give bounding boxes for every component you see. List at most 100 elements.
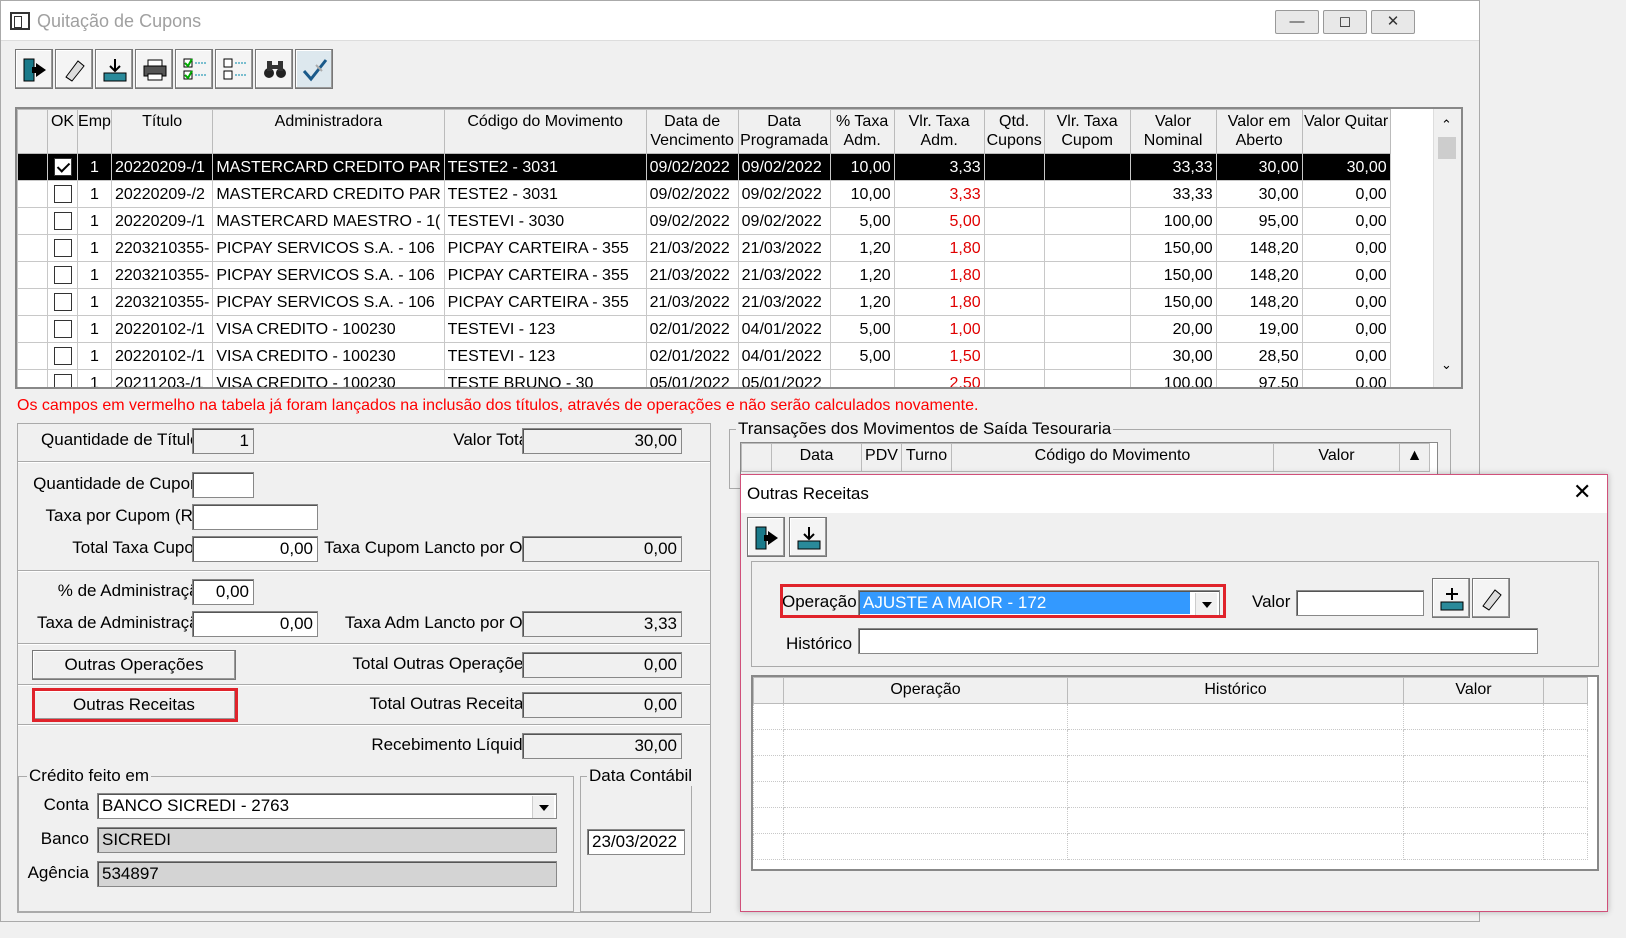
row-checkbox[interactable]	[53, 266, 72, 285]
conta-select[interactable]: BANCO SICREDI - 2763	[97, 793, 557, 819]
col-valor[interactable]: Valor	[1273, 443, 1400, 472]
cell-quitar[interactable]: 0,00	[1301, 234, 1391, 262]
cell-vlr-taxa[interactable]: 1,50	[893, 342, 985, 370]
empty-cell[interactable]	[1067, 729, 1404, 756]
row-checkbox[interactable]	[53, 158, 72, 177]
cell-vlr-taxa[interactable]: 1,80	[893, 288, 985, 316]
cell-adm[interactable]: MASTERCARD MAESTRO - 1(	[212, 207, 445, 235]
cell-quitar[interactable]: 0,00	[1301, 180, 1391, 208]
empty-cell[interactable]	[1403, 833, 1544, 860]
cell-titulo[interactable]: 20220102-/1	[110, 315, 214, 343]
cell-taxa[interactable]: 5,00	[829, 207, 895, 235]
cell-cod[interactable]: TESTE2 - 3031	[443, 153, 647, 181]
cell-adm[interactable]: VISA CREDITO - 100230	[212, 369, 445, 387]
cell-emp[interactable]: 1	[77, 234, 112, 262]
col-vlr-taxa-adm[interactable]: Vlr. Taxa Adm.	[893, 109, 985, 154]
cell-prog[interactable]: 05/01/2022	[737, 369, 831, 387]
cell-adm[interactable]: MASTERCARD CREDITO PAR	[212, 153, 445, 181]
cell-cod[interactable]: TESTE BRUNO - 30	[443, 369, 647, 387]
empty-row[interactable]	[753, 729, 1588, 756]
cell-adm[interactable]: MASTERCARD CREDITO PAR	[212, 180, 445, 208]
empty-cell[interactable]	[1403, 729, 1544, 756]
cell-ok[interactable]	[47, 180, 78, 208]
cell-titulo[interactable]: 2203210355-	[110, 234, 214, 262]
cell-cod[interactable]: TESTE2 - 3031	[443, 180, 647, 208]
col-vlr-taxa-cupom[interactable]: Vlr. Taxa Cupom	[1043, 109, 1131, 154]
cell-adm[interactable]: VISA CREDITO - 100230	[212, 315, 445, 343]
taxa-adm-input[interactable]: 0,00	[192, 611, 318, 637]
table-row[interactable]: 1 20220102-/1 VISA CREDITO - 100230 TESTEVI…	[17, 315, 1391, 343]
cell-aberto[interactable]: 28,50	[1215, 342, 1303, 370]
empty-cell[interactable]	[1403, 755, 1544, 782]
cell-aberto[interactable]: 19,00	[1215, 315, 1303, 343]
cell-venc[interactable]: 05/01/2022	[645, 369, 739, 387]
cell-titulo[interactable]: 20220102-/1	[110, 342, 214, 370]
cell-vlr-taxa[interactable]: 1,80	[893, 234, 985, 262]
cell-prog[interactable]: 21/03/2022	[737, 234, 831, 262]
cell-taxa[interactable]: 10,00	[829, 180, 895, 208]
empty-cell[interactable]	[1543, 703, 1588, 730]
scroll-thumb[interactable]	[1438, 137, 1456, 159]
chevron-down-icon[interactable]	[532, 796, 554, 818]
cell-adm[interactable]: VISA CREDITO - 100230	[212, 342, 445, 370]
cell-vlr-cupom[interactable]	[1043, 369, 1131, 387]
cell-titulo[interactable]: 20220209-/2	[110, 180, 214, 208]
cell-emp[interactable]: 1	[77, 288, 112, 316]
cell-qtd[interactable]	[983, 207, 1045, 235]
cell-vlr-taxa[interactable]: 1,80	[893, 261, 985, 289]
empty-cell[interactable]	[783, 703, 1068, 730]
col-data[interactable]: Data	[771, 443, 862, 472]
empty-cell[interactable]	[1067, 703, 1404, 730]
cell-vlr-cupom[interactable]	[1043, 153, 1131, 181]
cell-qtd[interactable]	[983, 234, 1045, 262]
empty-cell[interactable]	[1403, 703, 1544, 730]
col-codigo-movimento[interactable]: Código do Movimento	[443, 109, 647, 154]
cell-nominal[interactable]: 20,00	[1129, 315, 1217, 343]
cell-vlr-cupom[interactable]	[1043, 261, 1131, 289]
minimize-button[interactable]: —	[1275, 10, 1319, 34]
empty-cell[interactable]	[1543, 833, 1588, 860]
cell-venc[interactable]: 21/03/2022	[645, 261, 739, 289]
cell-vlr-cupom[interactable]	[1043, 315, 1131, 343]
cell-emp[interactable]: 1	[77, 261, 112, 289]
cell-qtd[interactable]	[983, 261, 1045, 289]
cell-venc[interactable]: 21/03/2022	[645, 288, 739, 316]
cell-qtd[interactable]	[983, 342, 1045, 370]
deselect-all-button[interactable]	[215, 49, 253, 89]
cell-ok[interactable]	[47, 207, 78, 235]
cell-cod[interactable]: TESTEVI - 123	[443, 342, 647, 370]
cell-nominal[interactable]: 150,00	[1129, 288, 1217, 316]
empty-cell[interactable]	[783, 807, 1068, 834]
cell-vlr-cupom[interactable]	[1043, 180, 1131, 208]
maximize-button[interactable]: ◻	[1323, 10, 1367, 34]
cell-vlr-taxa[interactable]: 3,33	[893, 180, 985, 208]
cell-quitar[interactable]: 0,00	[1301, 315, 1391, 343]
cell-venc[interactable]: 02/01/2022	[645, 342, 739, 370]
cell-ok[interactable]	[47, 153, 78, 181]
valor-input[interactable]	[1296, 590, 1424, 616]
cell-titulo[interactable]: 2203210355-	[110, 288, 214, 316]
cell-emp[interactable]: 1	[77, 153, 112, 181]
cell-taxa[interactable]: 5,00	[829, 315, 895, 343]
search-button[interactable]	[255, 49, 293, 89]
col-operacao[interactable]: Operação	[783, 677, 1068, 704]
cell-qtd[interactable]	[983, 369, 1045, 387]
cell-qtd[interactable]	[983, 288, 1045, 316]
cell-aberto[interactable]: 30,00	[1215, 180, 1303, 208]
print-button[interactable]	[135, 49, 173, 89]
cell-prog[interactable]: 21/03/2022	[737, 288, 831, 316]
col-pdv[interactable]: PDV	[861, 443, 902, 472]
cell-aberto[interactable]: 148,20	[1215, 234, 1303, 262]
empty-row[interactable]	[753, 833, 1588, 860]
cell-ok[interactable]	[47, 234, 78, 262]
cell-cod[interactable]: TESTEVI - 123	[443, 315, 647, 343]
cell-ok[interactable]	[47, 315, 78, 343]
col-data-programada[interactable]: Data Programada	[737, 109, 831, 154]
cell-nominal[interactable]: 30,00	[1129, 342, 1217, 370]
table-row[interactable]: 1 20220209-/2 MASTERCARD CREDITO PAR TESTE2…	[17, 180, 1391, 208]
cell-ok[interactable]	[47, 261, 78, 289]
col-titulo[interactable]: Título	[110, 109, 214, 154]
dialog-exit-button[interactable]	[747, 517, 785, 557]
cell-emp[interactable]: 1	[77, 180, 112, 208]
table-row[interactable]: 1 2203210355- PICPAY SERVICOS S.A. - 106 PI…	[17, 234, 1391, 262]
